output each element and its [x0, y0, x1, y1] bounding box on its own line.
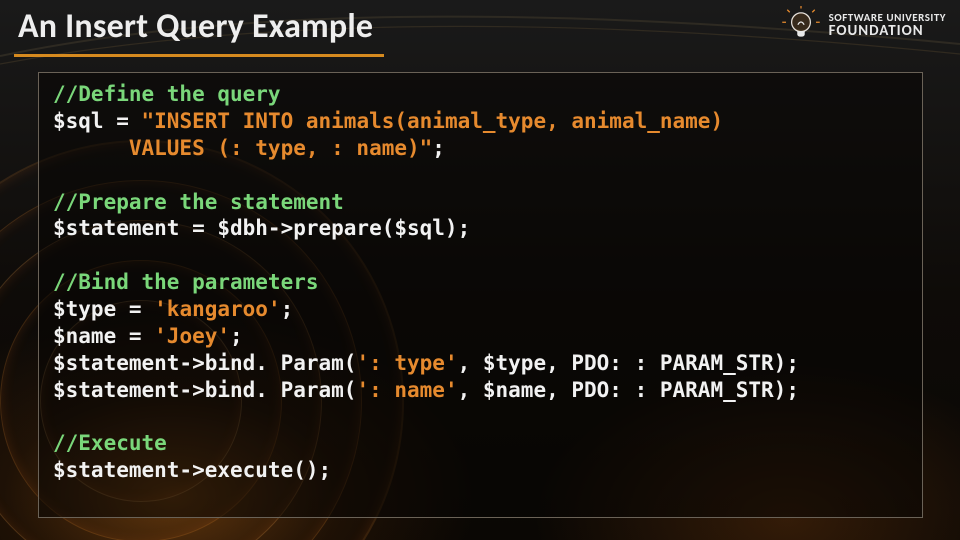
code-comment: //Bind the parameters [53, 270, 319, 294]
code-string: ': type' [356, 351, 457, 375]
code-text: $name = [53, 324, 154, 348]
code-string: ': name' [356, 378, 457, 402]
code-comment: //Define the query [53, 82, 281, 106]
code-comment: //Execute [53, 431, 167, 455]
code-text: , $name, PDO: : PARAM_STR); [458, 378, 799, 402]
code-string: "INSERT INTO animals(animal_type, animal… [142, 109, 724, 133]
code-text: $statement->bind. Param( [53, 378, 356, 402]
code-text: ; [432, 136, 445, 160]
code-text: $sql = [53, 109, 142, 133]
code-string: 'Joey' [154, 324, 230, 348]
code-block: //Define the query $sql = "INSERT INTO a… [38, 72, 923, 518]
code-comment: //Prepare the statement [53, 190, 344, 214]
code-text: ; [230, 324, 243, 348]
code-text: ; [281, 297, 294, 321]
code-text: $statement = $dbh->prepare($sql); [53, 216, 470, 240]
brand-logo: SOFTWARE UNIVERSITY FOUNDATION [781, 6, 946, 46]
code-string: 'kangaroo' [154, 297, 280, 321]
code-string: VALUES (: type, : name)" [53, 136, 432, 160]
code-text: $statement->execute(); [53, 458, 331, 482]
code-text: $statement->bind. Param( [53, 351, 356, 375]
slide-title: An Insert Query Example [18, 6, 373, 47]
code-text: $type = [53, 297, 154, 321]
lightbulb-icon [781, 6, 821, 46]
brand-text: SOFTWARE UNIVERSITY FOUNDATION [829, 12, 946, 39]
brand-line-2: FOUNDATION [829, 24, 946, 40]
slide: An Insert Query Example SOFTWARE UNIVERS… [0, 0, 960, 540]
code-text: , $type, PDO: : PARAM_STR); [458, 351, 799, 375]
code-content: //Define the query $sql = "INSERT INTO a… [53, 81, 908, 484]
title-underline [14, 54, 384, 57]
